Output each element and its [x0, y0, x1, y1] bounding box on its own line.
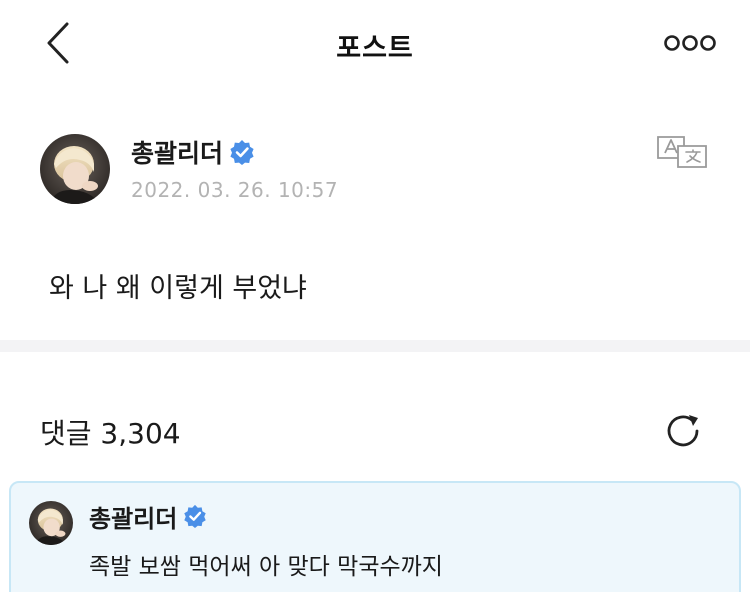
post-body-text: 와 나 왜 이렇게 부었냐 [49, 273, 307, 304]
verified-badge-icon [230, 140, 254, 165]
comments-header: 댓글 3,304 [0, 352, 750, 480]
pinned-comment[interactable]: 총괄리더 족발 보쌈 먹어써 아 맞다 막국수까지 [9, 481, 741, 592]
comment-author-name[interactable]: 총괄리더 [89, 499, 177, 534]
more-horizontal-icon [664, 35, 716, 51]
section-divider [0, 340, 750, 352]
translate-button[interactable] [656, 134, 708, 170]
refresh-icon [667, 415, 699, 447]
more-options-button[interactable] [664, 30, 716, 56]
comments-count: 댓글 3,304 [40, 417, 181, 450]
author-row: 총괄리더 [131, 134, 255, 170]
translate-icon [657, 136, 707, 168]
post: 총괄리더 2022. 03. 26. 10:57 와 나 왜 이렇게 부었냐 [0, 100, 750, 340]
author-avatar[interactable] [40, 134, 110, 204]
author-name[interactable]: 총괄리더 [131, 134, 223, 170]
refresh-button[interactable] [662, 410, 704, 452]
page-title: 포스트 [336, 33, 414, 64]
comment-text: 족발 보쌈 먹어써 아 맞다 막국수까지 [89, 554, 443, 580]
post-timestamp: 2022. 03. 26. 10:57 [131, 178, 339, 202]
comment-author-avatar[interactable] [29, 501, 73, 545]
verified-badge-icon [184, 504, 207, 528]
top-bar: 포스트 [0, 0, 750, 86]
comment-author-row: 총괄리더 [89, 499, 207, 533]
